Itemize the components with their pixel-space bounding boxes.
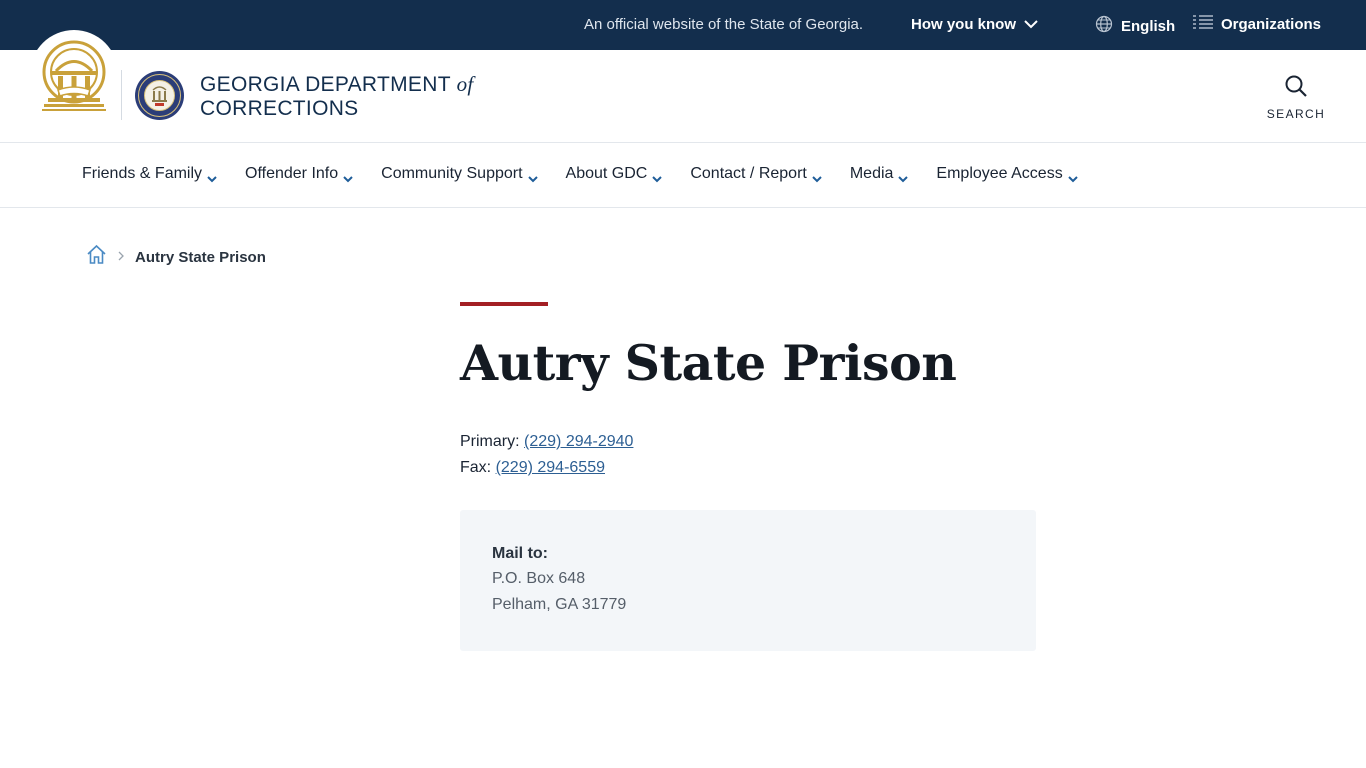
- organizations-button[interactable]: Organizations: [1193, 15, 1321, 33]
- logo-divider: [121, 70, 122, 120]
- georgia-state-seal-logo[interactable]: [38, 38, 110, 114]
- mailing-address-box: Mail to: P.O. Box 648 Pelham, GA 31779: [460, 510, 1036, 651]
- mail-address-line1: P.O. Box 648: [492, 570, 586, 587]
- organizations-label: Organizations: [1221, 15, 1322, 33]
- how-you-know-button[interactable]: How you know: [911, 16, 1038, 33]
- nav-item-media[interactable]: Media: [850, 165, 909, 183]
- chevron-down-icon: [898, 170, 909, 183]
- how-you-know-label: How you know: [911, 16, 1016, 33]
- nav-item-label: Employee Access: [936, 165, 1063, 182]
- mail-address-line2: Pelham, GA 31779: [492, 596, 627, 613]
- nav-item-contact-report[interactable]: Contact / Report: [690, 165, 822, 183]
- chevron-down-icon: [527, 170, 538, 183]
- agency-name-of: of: [456, 72, 474, 96]
- list-icon: [1193, 15, 1213, 33]
- globe-icon: [1095, 15, 1113, 37]
- nav-item-label: Offender Info: [245, 165, 339, 182]
- contact-info: Primary: (229) 294-2940 Fax: (229) 294-6…: [460, 429, 633, 481]
- breadcrumb: Autry State Prison: [86, 244, 266, 270]
- chevron-right-icon: [117, 248, 125, 266]
- chevron-down-icon: [343, 170, 353, 183]
- chevron-down-icon: [812, 170, 822, 183]
- primary-phone-label: Primary:: [460, 433, 520, 450]
- main-navigation: Friends & Family Offender Info Community…: [0, 143, 1366, 208]
- home-icon[interactable]: [86, 244, 107, 270]
- search-label: SEARCH: [1266, 107, 1326, 121]
- primary-phone-row: Primary: (229) 294-2940: [460, 429, 633, 455]
- nav-item-label: Contact / Report: [690, 165, 807, 182]
- official-site-text: An official website of the State of Geor…: [584, 16, 864, 33]
- chevron-down-icon: [1067, 170, 1078, 183]
- primary-phone-link[interactable]: (229) 294-2940: [524, 433, 633, 450]
- nav-item-label: Community Support: [381, 165, 523, 182]
- nav-item-friends-family[interactable]: Friends & Family: [82, 165, 217, 183]
- official-site-banner: An official website of the State of Geor…: [0, 0, 1366, 50]
- nav-item-label: About GDC: [565, 165, 648, 182]
- chevron-down-icon: [207, 170, 217, 183]
- language-label: English: [1121, 17, 1176, 35]
- language-selector[interactable]: English: [1095, 15, 1175, 37]
- site-header: GEORGIA DEPARTMENT of CORRECTIONS SEARCH: [0, 30, 1366, 143]
- fax-phone-link[interactable]: (229) 294-6559: [496, 459, 605, 476]
- fax-label: Fax:: [460, 459, 492, 476]
- nav-item-community-support[interactable]: Community Support: [381, 165, 538, 183]
- nav-item-label: Friends & Family: [82, 165, 203, 182]
- breadcrumb-current: Autry State Prison: [135, 248, 266, 266]
- chevron-down-icon: [652, 170, 663, 183]
- fax-row: Fax: (229) 294-6559: [460, 455, 633, 481]
- page-title: Autry State Prison: [460, 334, 957, 392]
- search-icon: [1284, 75, 1308, 102]
- chevron-down-icon: [1024, 16, 1038, 33]
- nav-item-about-gdc[interactable]: About GDC: [566, 165, 663, 183]
- nav-item-label: Media: [849, 165, 894, 182]
- title-accent-rule: [460, 302, 548, 306]
- mail-to-label: Mail to:: [492, 545, 548, 562]
- nav-item-employee-access[interactable]: Employee Access: [936, 165, 1078, 183]
- agency-name-line2: CORRECTIONS: [200, 97, 359, 120]
- department-seal-logo[interactable]: [134, 70, 185, 121]
- agency-name-line1: GEORGIA DEPARTMENT: [200, 73, 451, 96]
- agency-name-link[interactable]: GEORGIA DEPARTMENT of CORRECTIONS: [200, 72, 474, 121]
- nav-item-offender-info[interactable]: Offender Info: [245, 165, 353, 183]
- search-button[interactable]: SEARCH: [1262, 74, 1330, 121]
